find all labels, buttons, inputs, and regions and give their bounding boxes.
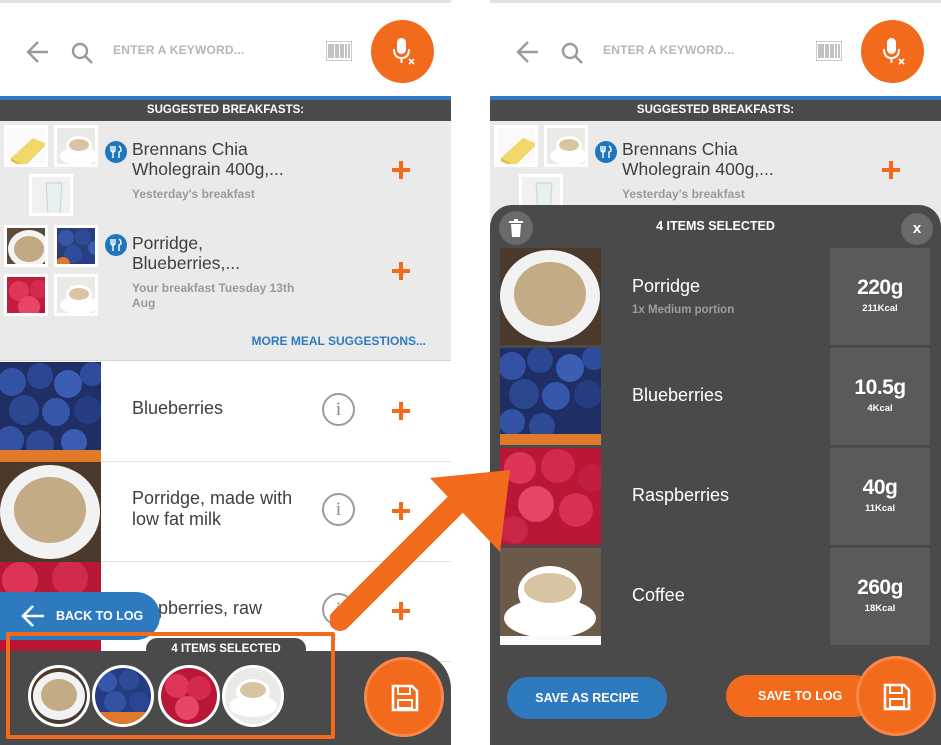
suggestions-header: SUGGESTED BREAKFASTS:: [490, 100, 941, 121]
cutlery-icon: [105, 141, 127, 163]
item-name: Raspberries: [632, 485, 730, 505]
suggestion-subtitle: Your breakfast Tuesday 13th Aug: [132, 281, 295, 310]
microphone-button[interactable]: [861, 20, 924, 83]
item-quantity[interactable]: 220g 211Kcal: [830, 248, 930, 345]
item-grams: 220g: [857, 276, 903, 299]
suggestions-area: Brennans Chia Wholegrain 400g,... Yester…: [0, 121, 451, 361]
coffee-thumbnail-2: [54, 274, 98, 316]
back-arrow-icon[interactable]: [24, 39, 50, 65]
cutlery-icon: [595, 141, 617, 163]
save-button[interactable]: [856, 656, 936, 736]
item-grams: 10.5g: [854, 376, 906, 399]
item-name: Coffee: [632, 585, 685, 605]
porridge-image: [0, 462, 101, 562]
info-icon[interactable]: i: [322, 393, 355, 426]
barcode-icon[interactable]: [816, 41, 842, 61]
coffee-thumbnail: [544, 125, 588, 167]
suggestion-subtitle: Yesterday's breakfast: [622, 187, 745, 201]
item-kcal: 11Kcal: [864, 503, 896, 514]
item-quantity[interactable]: 10.5g 4Kcal: [830, 348, 930, 445]
butter-thumbnail: [494, 125, 538, 167]
item-kcal: 4Kcal: [867, 403, 893, 414]
selected-item-row[interactable]: Raspberries 40g 11Kcal: [500, 448, 930, 545]
add-plus-icon[interactable]: [392, 262, 410, 280]
search-input[interactable]: ENTER A KEYWORD...: [603, 43, 734, 57]
suggestion-subtitle: Yesterday's breakfast: [132, 187, 255, 201]
save-button[interactable]: [364, 657, 444, 737]
item-quantity[interactable]: 40g 11Kcal: [830, 448, 930, 545]
transition-arrow-icon: [330, 470, 510, 631]
porridge-thumbnail: [4, 225, 48, 267]
search-input[interactable]: ENTER A KEYWORD...: [113, 43, 244, 57]
water-glass-thumbnail: [29, 174, 73, 216]
item-kcal: 211Kcal: [862, 303, 898, 314]
item-kcal: 18Kcal: [864, 603, 896, 614]
blueberries-thumbnail: [54, 225, 98, 267]
result-name: Blueberries: [132, 398, 224, 418]
suggestion-title[interactable]: Brennans Chia Wholegrain 400g,...: [132, 139, 332, 179]
back-arrow-icon: [21, 605, 44, 627]
search-icon[interactable]: [70, 41, 94, 65]
close-icon[interactable]: x: [901, 213, 933, 245]
item-portion: 1x Medium portion: [632, 304, 735, 316]
save-as-recipe-button[interactable]: SAVE AS RECIPE: [507, 677, 667, 719]
back-arrow-icon[interactable]: [514, 39, 540, 65]
suggestion-title[interactable]: Brennans Chia Wholegrain 400g,...: [622, 139, 822, 179]
microphone-icon: [393, 38, 415, 65]
back-to-log-label: BACK TO LOG: [56, 609, 144, 623]
search-icon[interactable]: [560, 41, 584, 65]
blueberries-image: [0, 362, 101, 462]
save-to-log-button[interactable]: SAVE TO LOG: [726, 675, 876, 717]
item-grams: 260g: [857, 576, 903, 599]
microphone-icon: [883, 38, 905, 65]
right-screen: ENTER A KEYWORD... SUGGESTED BREAKFASTS:…: [490, 0, 941, 745]
suggestions-header: SUGGESTED BREAKFASTS:: [0, 100, 451, 121]
item-name: Blueberries: [632, 385, 724, 405]
barcode-icon[interactable]: [326, 41, 352, 61]
butter-thumbnail: [4, 125, 48, 167]
add-plus-icon[interactable]: [882, 161, 900, 179]
coffee-thumbnail: [54, 125, 98, 167]
selected-item-row[interactable]: Blueberries 10.5g 4Kcal: [500, 348, 930, 445]
more-suggestions-link[interactable]: MORE MEAL SUGGESTIONS...: [252, 334, 426, 348]
microphone-button[interactable]: [371, 20, 434, 83]
suggestion-title[interactable]: Porridge, Blueberries,...: [132, 233, 302, 273]
selected-item-row[interactable]: Porridge 1x Medium portion 220g 211Kcal: [500, 248, 930, 345]
porridge-image: [500, 248, 601, 345]
add-plus-icon[interactable]: [392, 161, 410, 179]
item-grams: 40g: [862, 476, 898, 499]
add-plus-icon[interactable]: [392, 402, 410, 420]
raspberries-thumbnail: [4, 274, 48, 316]
cutlery-icon: [105, 234, 127, 256]
search-bar: ENTER A KEYWORD...: [490, 3, 941, 96]
save-disk-icon: [883, 683, 911, 711]
result-name: pberries, raw: [158, 598, 263, 618]
item-quantity[interactable]: 260g 18Kcal: [830, 548, 930, 645]
sheet-title: 4 ITEMS SELECTED: [656, 219, 775, 233]
selection-highlight: [6, 632, 335, 739]
item-name: Porridge: [632, 276, 701, 296]
save-disk-icon: [391, 684, 419, 712]
search-bar: ENTER A KEYWORD...: [0, 3, 451, 96]
result-name: Porridge, made with low fat milk: [132, 488, 293, 529]
app-stage: ENTER A KEYWORD... SUGGESTED BREAKFASTS:…: [0, 0, 941, 745]
selected-item-row[interactable]: Coffee 260g 18Kcal: [500, 548, 930, 645]
